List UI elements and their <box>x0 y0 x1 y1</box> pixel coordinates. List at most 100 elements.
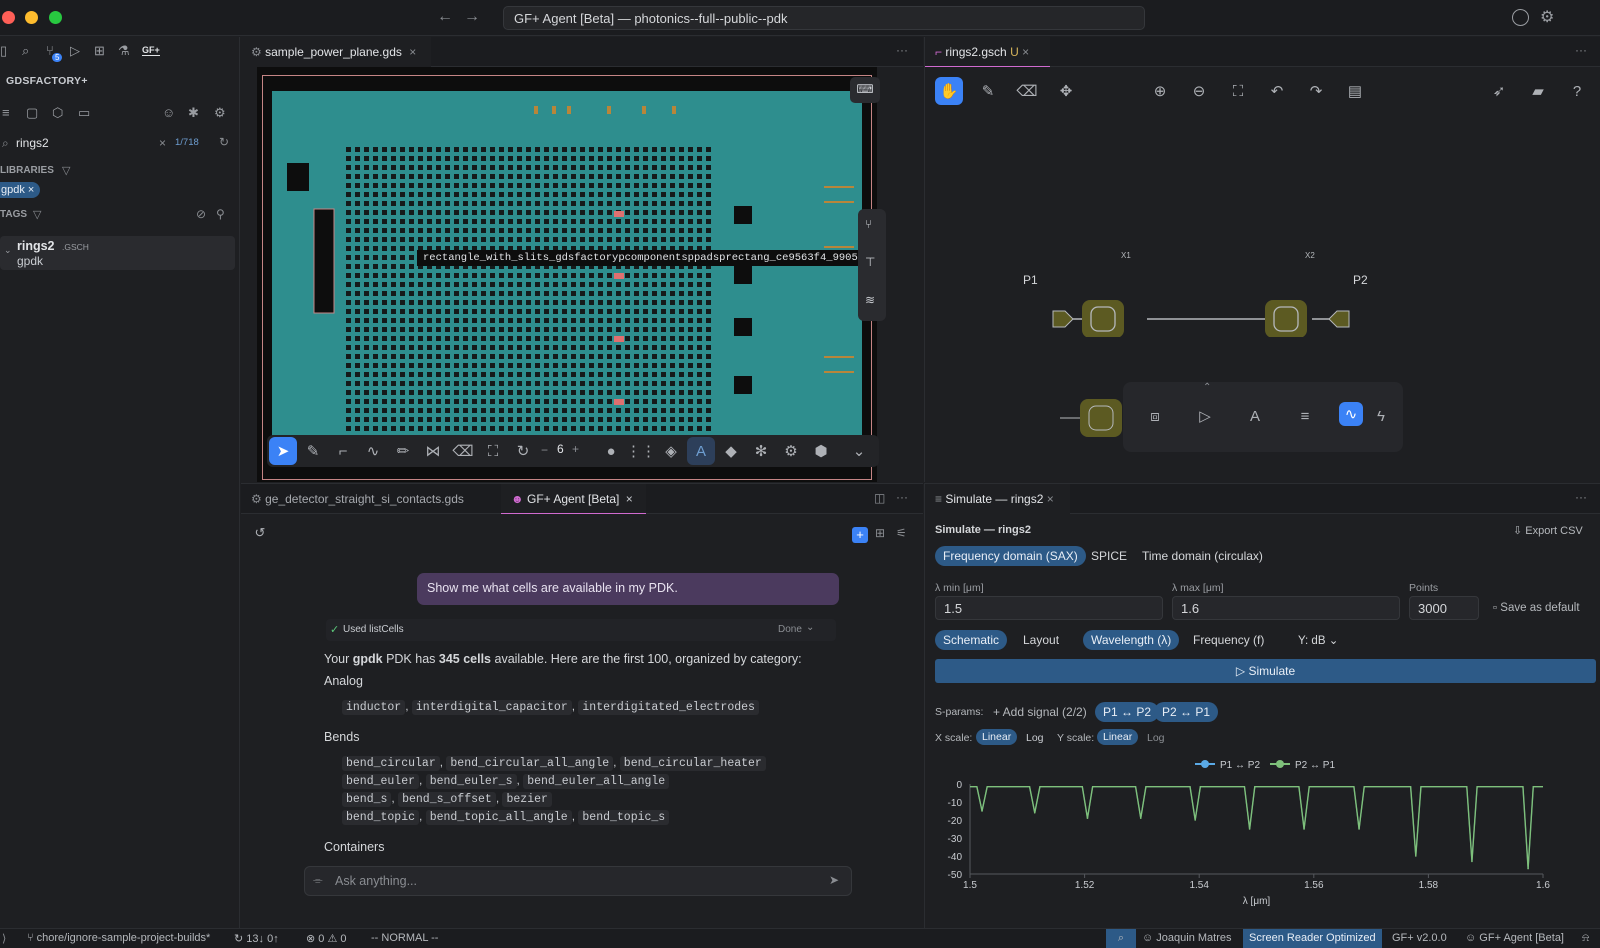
port-icon[interactable]: ▷ <box>1191 402 1219 430</box>
cell-name[interactable]: interdigitated_electrodes <box>578 700 759 715</box>
hierarchy-icon[interactable]: ⊤ <box>865 255 875 269</box>
rocket-icon[interactable]: ➶ <box>1485 77 1513 105</box>
back-arrow-icon[interactable]: ← <box>437 8 453 26</box>
new-file-icon[interactable]: ▢ <box>26 105 38 121</box>
chip-icon[interactable]: ⬡ <box>52 105 63 121</box>
close-tab-icon[interactable]: × <box>1022 45 1029 59</box>
route-icon[interactable]: ⑂ <box>865 217 872 231</box>
screen-reader-item[interactable]: Screen Reader Optimized <box>1243 929 1382 948</box>
library-chip[interactable]: gpdk × <box>0 182 41 198</box>
record-icon[interactable]: ● <box>597 437 625 465</box>
view-layout[interactable]: Layout <box>1015 630 1067 650</box>
zoom-out-icon[interactable]: ⊖ <box>1185 77 1213 105</box>
fit-icon[interactable]: ⛶ <box>479 437 507 465</box>
robot-icon[interactable]: ☺ <box>162 105 175 120</box>
cell-name[interactable]: bend_circular_all_angle <box>446 756 614 771</box>
move-icon[interactable]: ✥ <box>1052 77 1080 105</box>
user-item[interactable]: ☺ Joaquin Matres <box>1142 932 1232 944</box>
forward-arrow-icon[interactable]: → <box>464 8 480 26</box>
run-icon[interactable]: ▷ <box>70 43 80 59</box>
sliders-icon[interactable]: ⚟ <box>896 526 907 540</box>
extensions-icon[interactable]: ⊞ <box>94 43 105 59</box>
close-tab-icon[interactable]: × <box>409 45 416 59</box>
problems-item[interactable]: ⊗ 0 ⚠ 0 <box>306 932 346 945</box>
mode-spice[interactable]: SPICE <box>1083 546 1135 566</box>
more-actions-icon[interactable]: ··· <box>1575 43 1587 57</box>
settings-gear-icon[interactable]: ⚙ <box>1540 7 1554 27</box>
cell-name[interactable]: bend_s <box>342 792 392 807</box>
cell-name[interactable]: bend_circular <box>342 756 440 771</box>
folder-icon[interactable]: ▰ <box>1524 77 1552 105</box>
lightning-icon[interactable]: ϟ <box>1367 402 1395 430</box>
signal-chip-p2p1[interactable]: P2 ↔ P1 <box>1154 702 1219 722</box>
chevron-up-icon[interactable]: ⌃ <box>1203 382 1211 393</box>
wave-icon[interactable]: ∿ <box>1339 402 1363 426</box>
pin-icon[interactable]: ⚲ <box>216 207 225 221</box>
paint-bucket-icon[interactable]: ◈ <box>657 437 685 465</box>
attach-icon[interactable]: ⌯ <box>313 873 323 888</box>
tool-call[interactable]: ✓ Used listCells Done ⌄ <box>326 619 836 641</box>
close-window-button[interactable] <box>2 11 15 24</box>
rotate-icon[interactable]: ↻ <box>509 437 537 465</box>
layers-icon[interactable]: ≋ <box>865 293 875 307</box>
chip-icon[interactable]: ⧈ <box>1141 402 1169 430</box>
tab-simulate[interactable]: ≡ Simulate — rings2 × <box>925 484 1070 514</box>
undo-icon[interactable]: ↶ <box>1263 77 1291 105</box>
remote-icon[interactable]: ⟩ <box>2 932 6 945</box>
connect-icon[interactable]: ⋈ <box>419 437 447 465</box>
eraser-icon[interactable]: ⌫ <box>1013 77 1041 105</box>
signal-chip-p1p2[interactable]: P1 ↔ P2 <box>1095 702 1160 722</box>
tags-filter-icon[interactable]: ▽ <box>33 208 41 221</box>
mode-time-domain[interactable]: Time domain (circulax) <box>1134 546 1271 566</box>
cell-name[interactable]: bend_euler <box>342 774 420 789</box>
close-tab-icon[interactable]: × <box>626 492 633 506</box>
split-editor-icon[interactable]: ◫ <box>874 491 885 505</box>
y-db-select[interactable]: Y: dB ⌄ <box>1290 630 1346 650</box>
keyboard-icon[interactable]: ⌨ <box>850 77 880 103</box>
tab-gf-agent[interactable]: ☻ GF+ Agent [Beta] × <box>501 484 646 514</box>
more-actions-icon[interactable]: ··· <box>1575 490 1587 504</box>
cell-name[interactable]: bend_topic <box>342 810 420 825</box>
window-title[interactable]: GF+ Agent [Beta] — photonics--full--publ… <box>503 6 1145 30</box>
bug-icon[interactable]: ✱ <box>188 105 199 121</box>
layout-grid-icon[interactable]: ⊞ <box>875 526 885 540</box>
sync-item[interactable]: ↻ 13↓ 0↑ <box>234 932 279 945</box>
add-signal-button[interactable]: + Add signal (2/2) <box>993 705 1087 719</box>
select-tool-icon[interactable]: ➤ <box>269 437 297 465</box>
hand-tool-icon[interactable]: ✋ <box>935 77 963 105</box>
branch-item[interactable]: ⑂ chore/ignore-sample-project-builds* <box>27 932 210 944</box>
grid-icon[interactable]: ⋮⋮ <box>626 437 656 465</box>
tag-icon[interactable]: ◆ <box>717 437 745 465</box>
cell-name[interactable]: bend_circular_heater <box>619 756 766 771</box>
clear-search-icon[interactable]: × <box>159 136 166 150</box>
schematic-canvas[interactable] <box>925 237 1600 337</box>
tree-item-rings2[interactable]: ⌄ rings2 .GSCH gpdk <box>0 236 235 270</box>
tab-rings2-gsch[interactable]: ⌐ rings2.gsch U × <box>925 37 1050 67</box>
align-icon[interactable]: ≡ <box>1291 402 1319 430</box>
bell-icon[interactable]: ⍾ <box>1582 932 1589 945</box>
level-decrease-button[interactable]: − <box>541 443 548 457</box>
cell-name[interactable]: bend_euler_all_angle <box>523 774 670 789</box>
gfplus-icon[interactable]: GF+ <box>142 45 160 56</box>
account-icon[interactable] <box>1512 9 1529 26</box>
points-input[interactable]: 3000 <box>1409 596 1479 620</box>
settings-icon[interactable]: ⚙ <box>214 105 226 121</box>
list-icon[interactable]: ≡ <box>2 105 10 120</box>
more-actions-icon[interactable]: ··· <box>896 43 908 57</box>
cell-name[interactable]: bend_topic_all_angle <box>425 810 572 825</box>
flask-icon[interactable]: ⚗ <box>118 43 130 59</box>
maximize-window-button[interactable] <box>49 11 62 24</box>
sidebar-search[interactable]: ⌕ rings2 × 1/718 ↻ <box>0 134 235 154</box>
path-icon[interactable]: ∿ <box>359 437 387 465</box>
pencil-icon[interactable]: ✏ <box>389 437 417 465</box>
refresh-icon[interactable]: ↻ <box>219 135 229 149</box>
polygon-icon[interactable]: ⌐ <box>329 437 357 465</box>
send-icon[interactable]: ➤ <box>829 873 839 887</box>
minimize-window-button[interactable] <box>25 11 38 24</box>
cell-name[interactable]: bend_euler_s <box>425 774 517 789</box>
xscale-log[interactable]: Log <box>1026 732 1044 744</box>
close-tab-icon[interactable]: × <box>1047 492 1054 506</box>
history-icon[interactable]: ↺ <box>249 522 271 544</box>
tab-ge-detector[interactable]: ⚙ ge_detector_straight_si_contacts.gds <box>241 484 491 514</box>
pencil-icon[interactable]: ✎ <box>974 77 1002 105</box>
